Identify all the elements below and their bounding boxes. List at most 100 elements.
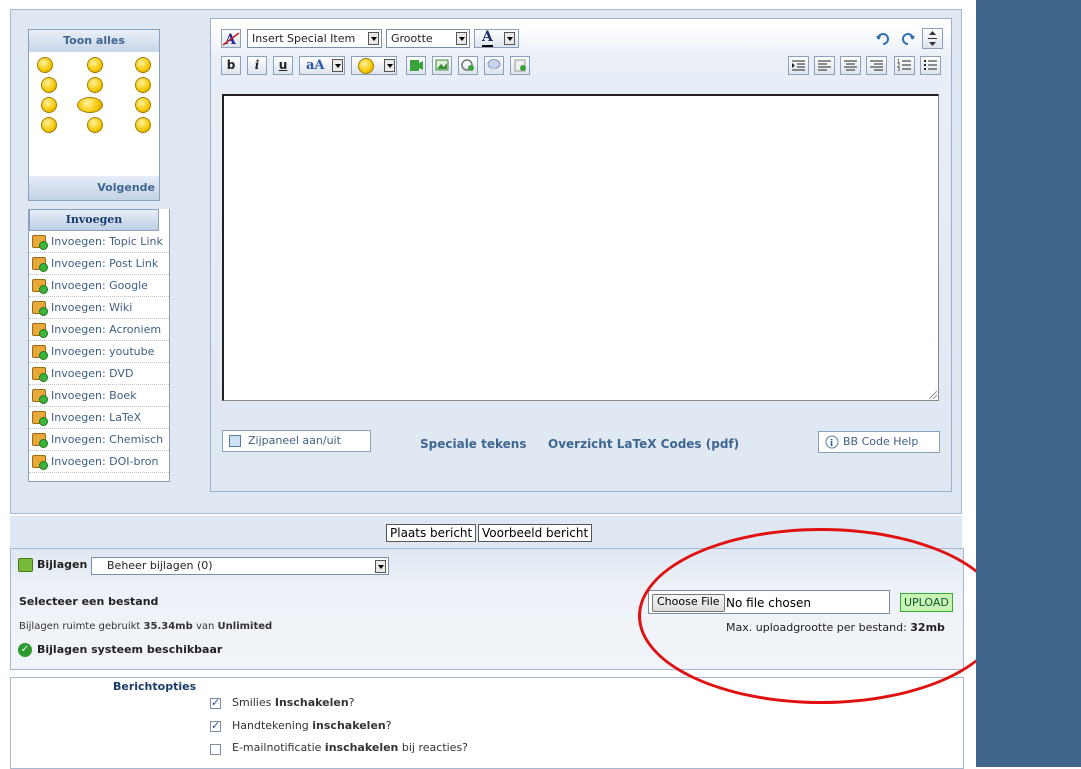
insert-item-label: Invoegen: DVD	[51, 367, 134, 380]
chevron-down-icon	[384, 59, 395, 72]
undo-button[interactable]	[875, 31, 891, 47]
insert-item[interactable]: Invoegen: Chemisch	[29, 429, 169, 451]
insert-image-button[interactable]	[432, 56, 452, 75]
font-family-dropdown	[330, 59, 343, 72]
insert-item[interactable]: Invoegen: LaTeX	[29, 407, 169, 429]
smiley-icon[interactable]	[135, 117, 151, 133]
page: Toon alles Volgende Invoegen Invoegen: T…	[0, 0, 1004, 769]
option-suffix: ?	[385, 719, 392, 732]
signature-checkbox[interactable]	[210, 719, 221, 732]
unordered-list-button[interactable]	[920, 56, 941, 75]
insert-item-label: Invoegen: Post Link	[51, 257, 159, 270]
check-circle-icon: ✓	[18, 643, 32, 657]
insert-item[interactable]: Invoegen: Topic Link	[29, 231, 169, 253]
insert-code-button[interactable]	[510, 56, 530, 75]
option-suffix: ?	[348, 696, 355, 709]
bbcode-help-button[interactable]: i BB Code Help	[818, 431, 940, 453]
insert-package-icon	[32, 301, 48, 316]
insert-item[interactable]: Invoegen: Acroniem	[29, 319, 169, 341]
redo-button[interactable]	[900, 31, 916, 47]
outdent-icon	[792, 60, 805, 71]
attachments-label: Bijlagen	[37, 558, 88, 571]
svg-text:3: 3	[897, 67, 900, 73]
insert-quote-button[interactable]	[484, 56, 504, 75]
insert-link-button[interactable]	[458, 56, 478, 75]
smilies-option-label: Smilies Inschakelen?	[232, 696, 355, 709]
smiley-icon[interactable]	[135, 77, 151, 93]
link-icon	[461, 59, 474, 71]
insert-package-icon	[32, 389, 48, 404]
align-left-button[interactable]	[814, 56, 835, 75]
undo-icon	[876, 33, 889, 45]
system-status-text: Bijlagen systeem beschikbaar	[37, 643, 223, 656]
insert-package-icon	[32, 411, 48, 426]
preview-button[interactable]: Voorbeeld bericht	[478, 524, 593, 542]
space-used: 35.34mb	[143, 621, 193, 632]
svg-text:i: i	[830, 439, 833, 449]
side-panel-toggle-button[interactable]: Zijpaneel aan/uit	[222, 430, 371, 452]
option-strong: inschakelen	[324, 741, 399, 754]
insert-special-item-value: Insert Special Item	[252, 32, 356, 45]
smiley-icon[interactable]	[87, 77, 103, 93]
latex-overview-link[interactable]: Overzicht LaTeX Codes (pdf)	[548, 437, 739, 451]
message-textarea[interactable]	[222, 94, 939, 401]
font-color-glyph: A	[482, 29, 493, 47]
align-right-button[interactable]	[866, 56, 887, 75]
outdent-button[interactable]	[788, 56, 809, 75]
smiley-select[interactable]	[351, 56, 397, 75]
underline-button[interactable]: u	[273, 56, 293, 75]
bbcode-help-label: BB Code Help	[843, 435, 919, 448]
email-notification-checkbox[interactable]	[210, 744, 221, 755]
post-button[interactable]: Plaats bericht	[386, 524, 477, 542]
insert-item[interactable]: Invoegen: Google	[29, 275, 169, 297]
bold-button[interactable]: b	[221, 56, 241, 75]
format-a-icon: A	[222, 32, 240, 48]
insert-item[interactable]: Invoegen: DOI-bron	[29, 451, 169, 473]
option-text: Handtekening	[232, 719, 309, 732]
next-smilies-link[interactable]: Volgende	[29, 176, 159, 200]
align-center-button[interactable]	[840, 56, 861, 75]
manage-attachments-value: Beheer bijlagen (0)	[107, 559, 213, 572]
italic-button[interactable]: i	[247, 56, 267, 75]
insert-special-item-select[interactable]: Insert Special Item	[247, 29, 382, 48]
show-all-smilies-link[interactable]: Toon alles	[29, 30, 159, 52]
smiley-icon[interactable]	[37, 57, 53, 73]
insert-item-label: Invoegen: youtube	[51, 345, 155, 358]
smiley-icon[interactable]	[77, 97, 103, 113]
space-mid: van	[195, 621, 215, 632]
smiley-icon[interactable]	[41, 97, 57, 113]
resize-editor-button[interactable]	[922, 28, 943, 49]
quote-icon	[487, 59, 501, 72]
font-size-select[interactable]: Grootte	[386, 29, 470, 48]
smiley-icon[interactable]	[87, 117, 103, 133]
insert-video-button[interactable]	[406, 56, 426, 75]
smilies-checkbox[interactable]	[210, 696, 221, 709]
insert-item[interactable]: Invoegen: Wiki	[29, 297, 169, 319]
signature-option-label: Handtekening inschakelen?	[232, 719, 392, 732]
highlight-ellipse	[638, 528, 1004, 704]
smiley-icon[interactable]	[87, 57, 103, 73]
smiley-icon[interactable]	[135, 57, 151, 73]
font-family-select[interactable]: aA	[299, 56, 345, 75]
resize-grip-icon[interactable]	[929, 391, 937, 399]
special-chars-link[interactable]: Speciale tekens	[420, 437, 526, 451]
insert-item[interactable]: Invoegen: youtube	[29, 341, 169, 363]
code-icon	[514, 59, 526, 72]
insert-item[interactable]: Invoegen: DVD	[29, 363, 169, 385]
message-options-title: Berichtopties	[113, 680, 197, 693]
insert-item[interactable]: Invoegen: Post Link	[29, 253, 169, 275]
unordered-list-icon	[924, 60, 937, 70]
insert-item-label: Invoegen: DOI-bron	[51, 455, 159, 468]
attachments-icon	[18, 558, 33, 572]
align-center-icon	[844, 60, 857, 71]
smiley-icon[interactable]	[41, 77, 57, 93]
smiley-icon[interactable]	[41, 117, 57, 133]
format-tools-button[interactable]: A	[221, 29, 241, 48]
font-color-select[interactable]: A	[474, 29, 519, 48]
redo-icon	[902, 33, 915, 45]
ordered-list-button[interactable]: 123	[894, 56, 915, 75]
insert-item[interactable]: Invoegen: Boek	[29, 385, 169, 407]
insert-item-label: Invoegen: Google	[51, 279, 148, 292]
smiley-icon[interactable]	[135, 97, 151, 113]
manage-attachments-select[interactable]: Beheer bijlagen (0)	[91, 557, 389, 575]
